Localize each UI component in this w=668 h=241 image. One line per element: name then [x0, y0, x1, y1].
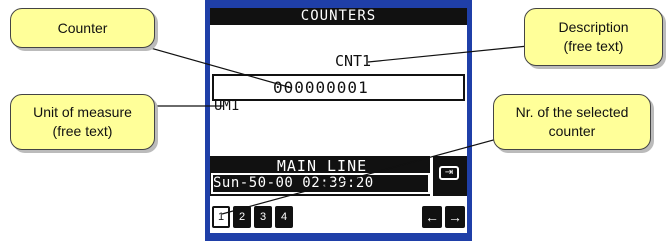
callout-description-line1: Description	[558, 19, 629, 35]
callout-description: Description (free text)	[524, 8, 663, 66]
callout-unit-line2: (free text)	[52, 123, 113, 139]
callout-unit-of-measure: Unit of measure (free text)	[10, 94, 155, 150]
callout-nr-line2: counter	[548, 123, 596, 139]
callout-unit-line1: Unit of measure	[33, 104, 132, 120]
callout-description-line2: (free text)	[563, 38, 624, 54]
callout-selected-counter: Nr. of the selected counter	[493, 94, 651, 150]
callout-nr-line1: Nr. of the selected	[515, 104, 629, 120]
callout-counter-text: Counter	[57, 19, 108, 36]
callout-counter: Counter	[10, 8, 155, 48]
